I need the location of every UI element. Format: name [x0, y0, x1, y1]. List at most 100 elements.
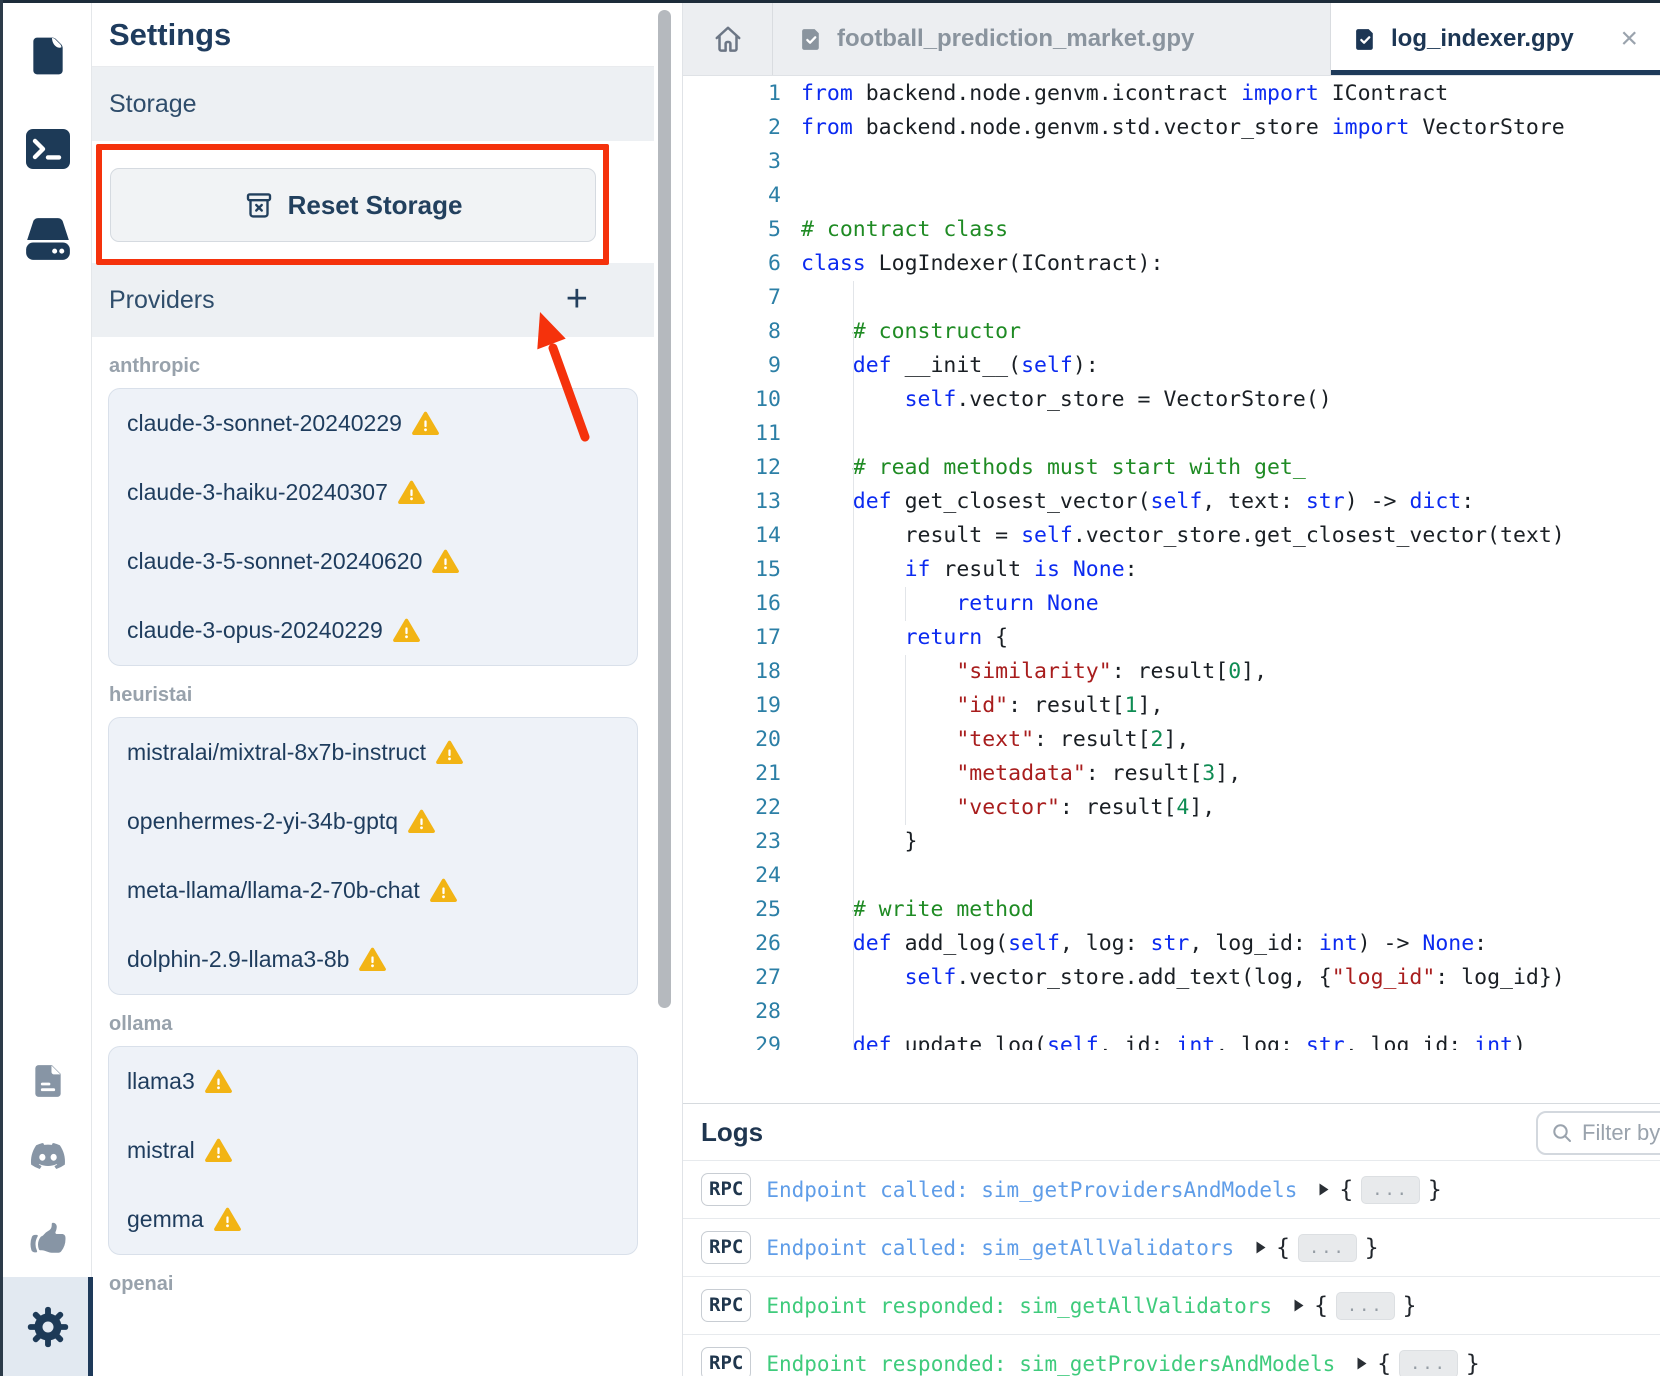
indent-guide: [853, 621, 854, 655]
line-number: 14: [683, 519, 781, 553]
code-token: VectorStore: [1409, 115, 1564, 140]
code-line-content: # write method: [781, 893, 1660, 927]
code-token: self: [1021, 353, 1073, 378]
code-token: .vector_store.add_text(log, {: [956, 965, 1331, 990]
line-number: 3: [683, 145, 781, 179]
expand-triangle-icon[interactable]: [1294, 1299, 1304, 1312]
code-line-content: "text": result[2],: [781, 723, 1660, 757]
code-line: 22 "vector": result[4],: [683, 791, 1660, 825]
indent-guide: [905, 723, 906, 757]
provider-model-item[interactable]: mistralai/mixtral-8x7b-instruct: [109, 718, 637, 787]
page-title: Settings: [109, 17, 231, 53]
log-filter-box[interactable]: [1536, 1111, 1660, 1155]
collapsed-json-chip[interactable]: ...: [1298, 1234, 1357, 1262]
code-line: 21 "metadata": result[3],: [683, 757, 1660, 791]
line-number: 26: [683, 927, 781, 961]
provider-model-item[interactable]: llama3: [109, 1047, 637, 1116]
provider-model-item[interactable]: openhermes-2-yi-34b-gptq: [109, 787, 637, 856]
log-badge-rpc: RPC: [701, 1173, 751, 1206]
code-token: [801, 795, 956, 820]
line-number: 24: [683, 859, 781, 893]
code-token: , id:: [1099, 1033, 1177, 1050]
open-brace: {: [1314, 1293, 1328, 1319]
file-icon: [26, 33, 70, 79]
provider-model-item[interactable]: dolphin-2.9-llama3-8b: [109, 925, 637, 994]
provider-model-item[interactable]: meta-llama/llama-2-70b-chat: [109, 856, 637, 925]
provider-model-item[interactable]: mistral: [109, 1116, 637, 1185]
highlight-arrow: [500, 280, 620, 460]
logs-title: Logs: [701, 1117, 763, 1148]
contract-check-icon: [1353, 27, 1378, 52]
code-line-content: from backend.node.genvm.std.vector_store…: [781, 111, 1660, 145]
code-token: "text": [956, 727, 1034, 752]
provider-model-name: claude-3-5-sonnet-20240620: [127, 548, 422, 575]
provider-model-name: openhermes-2-yi-34b-gptq: [127, 808, 398, 835]
code-token: : result[: [1008, 693, 1125, 718]
provider-model-item[interactable]: claude-3-5-sonnet-20240620: [109, 527, 637, 596]
indent-guide: [853, 961, 854, 995]
close-brace: }: [1403, 1293, 1417, 1319]
provider-group-heuristai: heuristaimistralai/mixtral-8x7b-instruct…: [92, 684, 654, 995]
tab-log-indexer-active[interactable]: log_indexer.gpy ×: [1331, 3, 1660, 75]
code-line: 3: [683, 145, 1660, 179]
expand-triangle-icon[interactable]: [1256, 1241, 1266, 1254]
indent-guide: [853, 383, 854, 417]
settings-scrollbar-thumb[interactable]: [658, 10, 671, 1008]
code-token: None: [1073, 557, 1125, 582]
code-token: # write method: [853, 897, 1034, 922]
code-line: 12 # read methods must start with get_: [683, 451, 1660, 485]
code-token: [801, 727, 956, 752]
indent-guide: [905, 757, 906, 791]
code-token: if: [905, 557, 931, 582]
feedback-button[interactable]: [3, 1219, 92, 1259]
provider-model-item[interactable]: gemma: [109, 1185, 637, 1254]
expand-triangle-icon[interactable]: [1357, 1357, 1367, 1370]
code-token: str: [1151, 931, 1190, 956]
log-filter-input[interactable]: [1582, 1120, 1660, 1146]
settings-button[interactable]: [3, 1305, 92, 1349]
code-line: 26 def add_log(self, log: str, log_id: i…: [683, 927, 1660, 961]
storage-button[interactable]: [3, 215, 92, 263]
discord-button[interactable]: [3, 1139, 92, 1173]
code-token: backend.node.genvm.icontract: [853, 81, 1241, 106]
provider-model-item[interactable]: claude-3-opus-20240229: [109, 596, 637, 665]
log-badge-rpc: RPC: [701, 1289, 751, 1322]
home-tab-button[interactable]: [683, 3, 773, 75]
indent-guide: [853, 893, 854, 927]
close-tab-icon[interactable]: ×: [1620, 24, 1638, 54]
code-line: 1from backend.node.genvm.icontract impor…: [683, 77, 1660, 111]
contracts-file-icon[interactable]: [3, 33, 92, 79]
contract-check-icon: [799, 27, 824, 52]
code-line: 6class LogIndexer(IContract):: [683, 247, 1660, 281]
code-token: [801, 319, 853, 344]
provider-model-item[interactable]: claude-3-haiku-20240307: [109, 458, 637, 527]
code-token: [801, 1033, 853, 1050]
warning-triangle-icon: [412, 411, 439, 436]
tab-football-prediction-market[interactable]: football_prediction_market.gpy: [773, 3, 1331, 75]
indent-guide: [853, 927, 854, 961]
code-token: [801, 489, 853, 514]
log-entry: RPCEndpoint responded: sim_getAllValidat…: [683, 1277, 1660, 1335]
code-line-content: def get_closest_vector(self, text: str) …: [781, 485, 1660, 519]
collapsed-json-chip[interactable]: ...: [1336, 1292, 1395, 1320]
indent-guide: [905, 655, 906, 689]
code-token: , log_id:: [1345, 1033, 1474, 1050]
code-line-content: "similarity": result[0],: [781, 655, 1660, 689]
terminal-button[interactable]: [3, 127, 92, 171]
code-token: "vector": [956, 795, 1060, 820]
provider-model-name: claude-3-sonnet-20240229: [127, 410, 402, 437]
provider-model-name: claude-3-opus-20240229: [127, 617, 383, 644]
collapsed-json-chip[interactable]: ...: [1399, 1350, 1458, 1376]
docs-button[interactable]: [3, 1061, 92, 1101]
harddrive-icon: [23, 215, 73, 263]
warning-triangle-icon: [398, 480, 425, 505]
code-line-content: self.vector_store = VectorStore(): [781, 383, 1660, 417]
code-token: from: [801, 115, 853, 140]
logs-header: Logs: [683, 1104, 1660, 1161]
expand-triangle-icon[interactable]: [1319, 1183, 1329, 1196]
collapsed-json-chip[interactable]: ...: [1361, 1176, 1420, 1204]
code-line: 24: [683, 859, 1660, 893]
code-line: 29 def update_log(self, id: int, log: st…: [683, 1029, 1660, 1050]
code-editor[interactable]: 1from backend.node.genvm.icontract impor…: [683, 77, 1660, 1050]
settings-rail-item-active[interactable]: [3, 1277, 92, 1376]
